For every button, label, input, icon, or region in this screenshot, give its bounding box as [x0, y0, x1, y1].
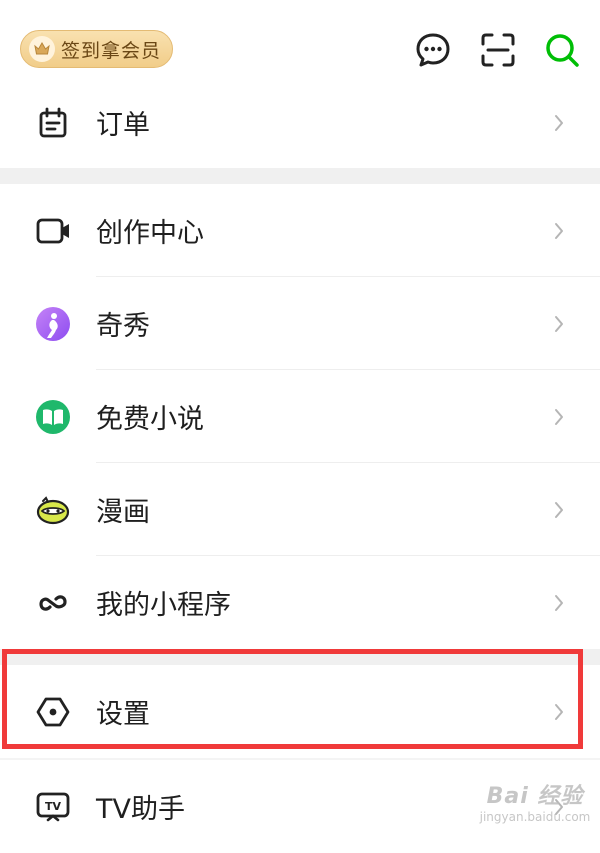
chevron-right-icon: [553, 500, 565, 520]
search-icon[interactable]: [542, 30, 582, 70]
menu-item-settings[interactable]: 设置: [0, 665, 600, 758]
watermark-brand: Bai 经验: [486, 784, 584, 809]
chevron-right-icon: [553, 407, 565, 427]
menu-item-label: 漫画: [96, 497, 150, 528]
menu-item-comics[interactable]: 漫画: [0, 463, 600, 556]
chevron-right-icon: [553, 593, 565, 613]
menu-item-label: 订单: [96, 110, 150, 141]
menu-item-label: 奇秀: [96, 311, 150, 342]
menu-item-label: 免费小说: [96, 404, 204, 435]
chevron-right-icon: [553, 314, 565, 334]
crown-icon: [29, 36, 55, 62]
menu-item-qixiu[interactable]: 奇秀: [0, 277, 600, 370]
video-camera-icon: [33, 211, 73, 251]
qixiu-icon: [33, 304, 73, 344]
watermark-url: jingyan.baidu.com: [479, 810, 591, 824]
menu-item-orders[interactable]: 订单: [0, 76, 600, 169]
chevron-right-icon: [553, 113, 565, 133]
chevron-right-icon: [553, 221, 565, 241]
chevron-right-icon: [553, 702, 565, 722]
settings-icon: [33, 692, 73, 732]
menu-item-label: TV助手: [96, 794, 185, 825]
section-gap: [0, 168, 600, 184]
menu-item-mini-programs[interactable]: 我的小程序: [0, 556, 600, 649]
checkin-label: 签到拿会员: [61, 39, 162, 62]
book-icon: [33, 397, 73, 437]
comic-icon: [33, 490, 73, 530]
menu-item-creator-center[interactable]: 创作中心: [0, 184, 600, 277]
message-icon[interactable]: [413, 30, 453, 70]
watermark: Bai 经验 jingyan.baidu.com: [470, 778, 600, 838]
mini-program-icon: [33, 583, 73, 623]
svg-text:TV: TV: [45, 800, 62, 813]
section-gap: [0, 649, 600, 665]
menu-item-label: 设置: [96, 699, 150, 730]
checkin-vip-button[interactable]: 签到拿会员: [20, 30, 173, 68]
menu-item-label: 我的小程序: [96, 590, 231, 621]
scan-icon[interactable]: [478, 30, 518, 70]
menu-item-free-novels[interactable]: 免费小说: [0, 370, 600, 463]
order-icon: [33, 103, 73, 143]
tv-icon: TV: [33, 787, 73, 827]
menu-item-label: 创作中心: [96, 218, 204, 249]
